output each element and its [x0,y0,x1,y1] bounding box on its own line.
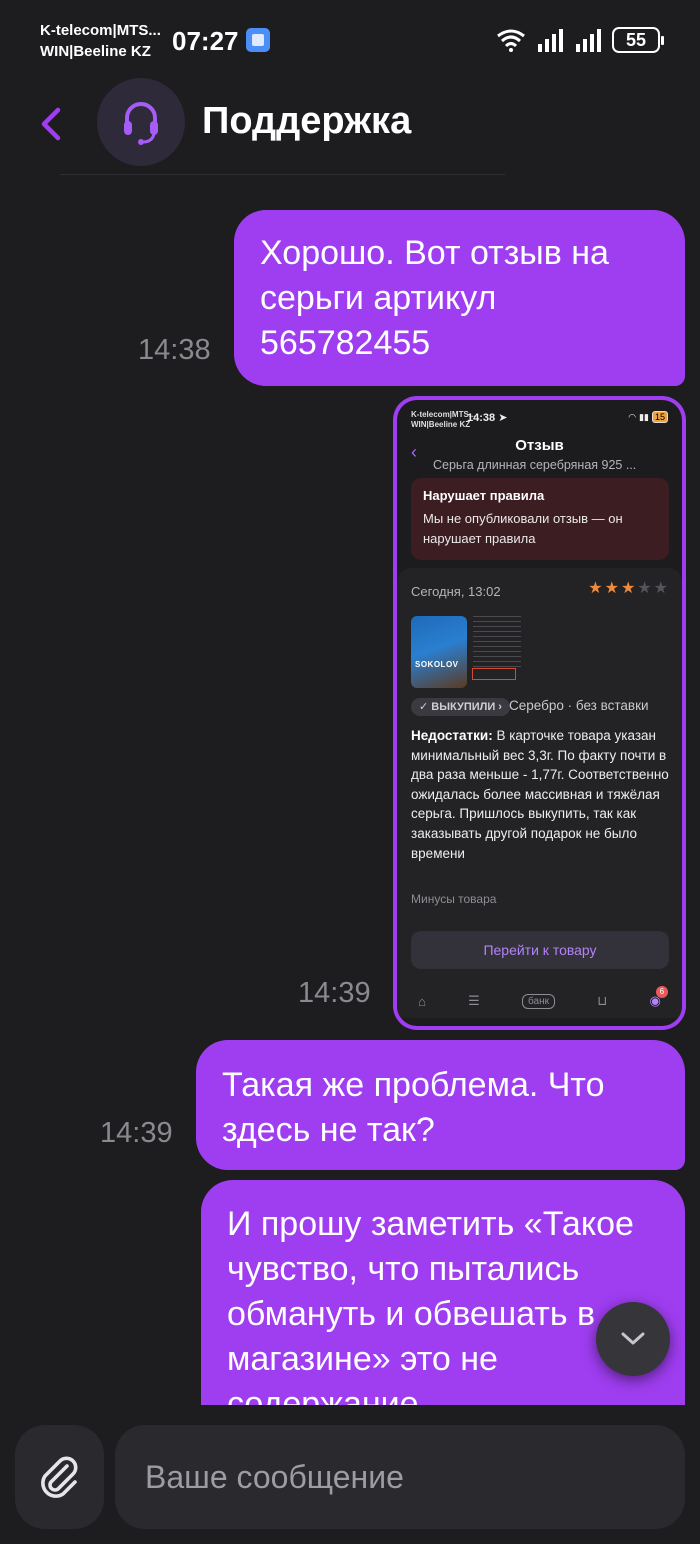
shot-spec-photo [471,612,523,690]
shot-review-text: Недостатки: В карточке товара указан мин… [411,726,673,863]
star-icon: ★ [637,580,652,597]
shot-cart-icon: ⊔ [597,993,608,1008]
shot-time-text: 14:38 [467,412,496,424]
shot-carrier-2: WIN|Beeline KZ [411,420,471,429]
shot-review-card: Сегодня, 13:02 ★ ★ ★ ★ ★ SOKOLOV ✓ ВЫКУПИЛИ … [397,568,682,1018]
shot-wifi-icon: ◠ [628,411,637,422]
message-time: 14:38 [138,334,211,366]
shot-rating-stars: ★ ★ ★ ★ ★ [588,580,668,598]
status-time: 07:27 [172,26,239,56]
shot-photo-label: SOKOLOV [415,660,459,669]
shot-carrier-1: K-telecom|MTS... [411,410,476,419]
shot-alert-text: Мы не опубликовали отзыв — он нарушает п… [423,511,623,546]
composer [0,1405,700,1544]
star-icon: ★ [620,580,636,597]
star-icon: ★ [588,580,603,597]
shot-bottom-nav: ⌂ ☰ банк ⊔ ◉ 6 [397,986,682,1016]
shot-profile-icon: ◉ 6 [650,986,668,1009]
shot-review-label: Недостатки: [411,728,493,743]
shot-time: 14:38 ➤ [467,412,508,424]
shot-bank-icon: банк [522,993,555,1009]
attach-button[interactable] [15,1425,104,1529]
shot-profile-badge: 6 [655,986,668,998]
star-icon: ★ [604,580,619,597]
message-bubble[interactable]: Такая же проблема. Что здесь не так? [196,1040,685,1170]
chat-title: Поддержка [202,100,412,142]
star-icon: ★ [653,580,668,597]
shot-review-date: Сегодня, 13:02 [411,584,501,599]
chevron-down-icon [621,1332,645,1345]
shot-purchased-badge: ✓ ВЫКУПИЛИ › [411,698,510,716]
signal-icon-2 [576,29,601,52]
shot-spec-highlight [472,668,516,680]
shot-product-photo: SOKOLOV [411,616,467,688]
carrier-info: K-telecom|MTS... WIN|Beeline KZ [40,20,161,62]
shot-alert-title: Нарушает правила [423,488,545,503]
shot-review-body: В карточке товара указан минимальный вес… [411,728,669,861]
shot-violation-alert: Нарушает правила Мы не опубликовали отзы… [411,478,669,560]
carrier-line-2: WIN|Beeline KZ [40,43,151,60]
shot-variant: Серебро · без вставки [509,698,649,713]
wifi-icon [497,29,525,52]
image-message[interactable]: K-telecom|MTS... WIN|Beeline KZ 14:38 ➤ … [393,396,686,1030]
message-time: 14:39 [100,1117,173,1149]
shot-home-icon: ⌂ [418,993,426,1009]
paperclip-icon [40,1456,77,1498]
shot-battery-icon: 15 [651,411,668,423]
message-bubble[interactable]: И прошу заметить «Такое чувство, что пыт… [201,1180,685,1405]
support-avatar[interactable] [97,78,185,166]
shot-carrier: K-telecom|MTS... WIN|Beeline KZ [411,410,475,430]
header-divider [60,174,505,175]
shot-goto-button: Перейти к товару [411,931,669,969]
message-bubble[interactable]: Хорошо. Вот отзыв на серьги артикул 5657… [234,210,685,386]
message-time: 14:39 [298,977,371,1009]
notification-icon [246,28,270,52]
shot-cons-link: Минусы товара [411,892,497,906]
signal-icon [538,29,563,52]
message-input[interactable] [115,1425,685,1529]
status-icons: 55 [496,26,664,54]
carrier-line-1: K-telecom|MTS... [40,22,161,39]
message-list[interactable]: 14:38 Хорошо. Вот отзыв на серьги артику… [0,180,700,1405]
headset-icon [124,102,158,145]
shot-catalog-icon: ☰ [468,993,480,1008]
chat-header: Поддержка [0,78,700,175]
shot-subtitle: Серьга длинная серебряная 925 ... [433,458,637,472]
status-bar: K-telecom|MTS... WIN|Beeline KZ 07:27 55 [0,0,700,80]
battery-icon: 55 [612,27,664,53]
shot-signal-icon: ▮▮ [639,411,649,422]
screenshot-attachment: K-telecom|MTS... WIN|Beeline KZ 14:38 ➤ … [397,400,682,1026]
shot-title: Отзыв [515,437,564,454]
shot-status-icons: ◠ ▮▮ 15 [628,411,668,423]
chevron-left-icon [41,107,61,141]
back-button[interactable] [34,104,70,144]
scroll-down-button[interactable] [596,1302,670,1376]
